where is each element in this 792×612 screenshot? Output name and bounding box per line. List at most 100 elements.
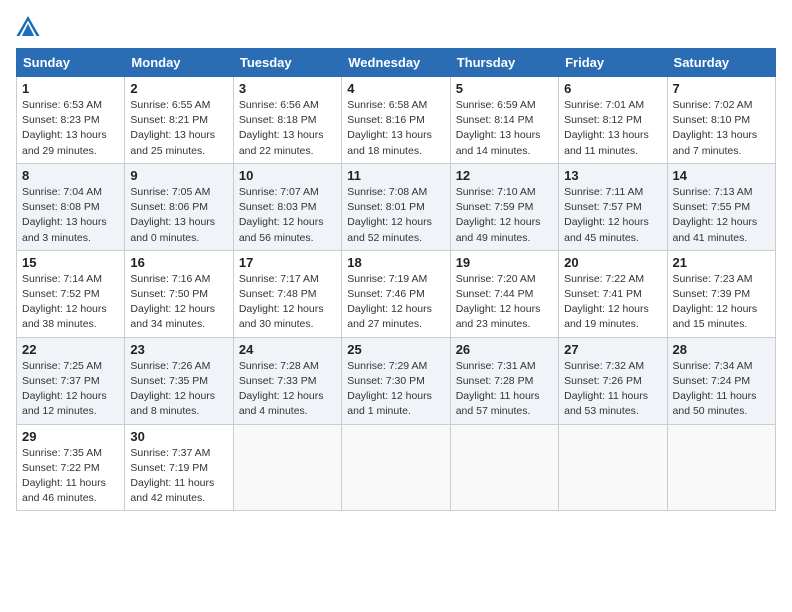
day-detail: Sunrise: 7:28 AM Sunset: 7:33 PM Dayligh… [239,359,336,420]
day-detail: Sunrise: 7:16 AM Sunset: 7:50 PM Dayligh… [130,272,227,333]
day-cell: 13 Sunrise: 7:11 AM Sunset: 7:57 PM Dayli… [559,163,667,250]
day-detail: Sunrise: 6:58 AM Sunset: 8:16 PM Dayligh… [347,98,444,159]
day-cell: 3 Sunrise: 6:56 AM Sunset: 8:18 PM Daylig… [233,77,341,164]
day-cell: 11 Sunrise: 7:08 AM Sunset: 8:01 PM Dayli… [342,163,450,250]
day-number: 14 [673,168,770,183]
day-detail: Sunrise: 6:53 AM Sunset: 8:23 PM Dayligh… [22,98,119,159]
day-number: 17 [239,255,336,270]
col-header-sunday: Sunday [17,49,125,77]
day-number: 27 [564,342,661,357]
day-number: 13 [564,168,661,183]
day-cell: 27 Sunrise: 7:32 AM Sunset: 7:26 PM Dayli… [559,337,667,424]
day-detail: Sunrise: 7:08 AM Sunset: 8:01 PM Dayligh… [347,185,444,246]
logo [16,16,44,36]
day-cell: 24Sunrise: 7:28 AM Sunset: 7:33 PM Dayli… [233,337,341,424]
day-cell: 25 Sunrise: 7:29 AM Sunset: 7:30 PM Dayli… [342,337,450,424]
day-cell: 7 Sunrise: 7:02 AM Sunset: 8:10 PM Daylig… [667,77,775,164]
day-number: 30 [130,429,227,444]
day-number: 23 [130,342,227,357]
day-detail: Sunrise: 7:05 AM Sunset: 8:06 PM Dayligh… [130,185,227,246]
day-number: 22 [22,342,119,357]
day-number: 4 [347,81,444,96]
day-detail: Sunrise: 7:32 AM Sunset: 7:26 PM Dayligh… [564,359,661,420]
day-detail: Sunrise: 7:04 AM Sunset: 8:08 PM Dayligh… [22,185,119,246]
day-cell: 20 Sunrise: 7:22 AM Sunset: 7:41 PM Dayli… [559,250,667,337]
day-cell: 2 Sunrise: 6:55 AM Sunset: 8:21 PM Daylig… [125,77,233,164]
day-cell [342,424,450,511]
day-number: 25 [347,342,444,357]
day-detail: Sunrise: 7:19 AM Sunset: 7:46 PM Dayligh… [347,272,444,333]
day-cell: 9Sunrise: 7:05 AM Sunset: 8:06 PM Daylig… [125,163,233,250]
day-cell [233,424,341,511]
day-detail: Sunrise: 7:11 AM Sunset: 7:57 PM Dayligh… [564,185,661,246]
day-cell: 5 Sunrise: 6:59 AM Sunset: 8:14 PM Daylig… [450,77,558,164]
col-header-tuesday: Tuesday [233,49,341,77]
day-detail: Sunrise: 7:07 AM Sunset: 8:03 PM Dayligh… [239,185,336,246]
day-cell: 26 Sunrise: 7:31 AM Sunset: 7:28 PM Dayli… [450,337,558,424]
week-row-1: 1 Sunrise: 6:53 AM Sunset: 8:23 PM Daylig… [17,77,776,164]
col-header-friday: Friday [559,49,667,77]
day-cell: 4 Sunrise: 6:58 AM Sunset: 8:16 PM Daylig… [342,77,450,164]
day-detail: Sunrise: 7:23 AM Sunset: 7:39 PM Dayligh… [673,272,770,333]
page-header [16,16,776,36]
day-cell: 17 Sunrise: 7:17 AM Sunset: 7:48 PM Dayli… [233,250,341,337]
day-detail: Sunrise: 7:01 AM Sunset: 8:12 PM Dayligh… [564,98,661,159]
week-row-4: 22 Sunrise: 7:25 AM Sunset: 7:37 PM Dayli… [17,337,776,424]
day-detail: Sunrise: 7:10 AM Sunset: 7:59 PM Dayligh… [456,185,553,246]
day-number: 3 [239,81,336,96]
day-number: 18 [347,255,444,270]
calendar-header-row: SundayMondayTuesdayWednesdayThursdayFrid… [17,49,776,77]
day-number: 19 [456,255,553,270]
day-number: 8 [22,168,119,183]
day-detail: Sunrise: 6:56 AM Sunset: 8:18 PM Dayligh… [239,98,336,159]
col-header-wednesday: Wednesday [342,49,450,77]
day-cell: 1 Sunrise: 6:53 AM Sunset: 8:23 PM Daylig… [17,77,125,164]
day-detail: Sunrise: 7:22 AM Sunset: 7:41 PM Dayligh… [564,272,661,333]
day-number: 11 [347,168,444,183]
day-cell: 14 Sunrise: 7:13 AM Sunset: 7:55 PM Dayli… [667,163,775,250]
day-cell [667,424,775,511]
day-number: 1 [22,81,119,96]
day-cell: 19 Sunrise: 7:20 AM Sunset: 7:44 PM Dayli… [450,250,558,337]
day-cell: 6 Sunrise: 7:01 AM Sunset: 8:12 PM Daylig… [559,77,667,164]
week-row-5: 29 Sunrise: 7:35 AM Sunset: 7:22 PM Dayli… [17,424,776,511]
day-number: 26 [456,342,553,357]
day-detail: Sunrise: 7:29 AM Sunset: 7:30 PM Dayligh… [347,359,444,420]
day-number: 20 [564,255,661,270]
col-header-monday: Monday [125,49,233,77]
day-detail: Sunrise: 7:26 AM Sunset: 7:35 PM Dayligh… [130,359,227,420]
week-row-3: 15Sunrise: 7:14 AM Sunset: 7:52 PM Dayli… [17,250,776,337]
day-detail: Sunrise: 7:02 AM Sunset: 8:10 PM Dayligh… [673,98,770,159]
day-cell: 16Sunrise: 7:16 AM Sunset: 7:50 PM Dayli… [125,250,233,337]
day-cell: 29 Sunrise: 7:35 AM Sunset: 7:22 PM Dayli… [17,424,125,511]
day-detail: Sunrise: 6:55 AM Sunset: 8:21 PM Dayligh… [130,98,227,159]
day-number: 2 [130,81,227,96]
day-detail: Sunrise: 7:13 AM Sunset: 7:55 PM Dayligh… [673,185,770,246]
day-number: 5 [456,81,553,96]
day-cell: 22 Sunrise: 7:25 AM Sunset: 7:37 PM Dayli… [17,337,125,424]
day-cell: 10 Sunrise: 7:07 AM Sunset: 8:03 PM Dayli… [233,163,341,250]
day-detail: Sunrise: 7:35 AM Sunset: 7:22 PM Dayligh… [22,446,119,507]
day-number: 10 [239,168,336,183]
day-number: 29 [22,429,119,444]
day-number: 6 [564,81,661,96]
day-cell: 8 Sunrise: 7:04 AM Sunset: 8:08 PM Daylig… [17,163,125,250]
logo-icon [16,16,40,36]
day-cell: 15Sunrise: 7:14 AM Sunset: 7:52 PM Dayli… [17,250,125,337]
day-cell: 18 Sunrise: 7:19 AM Sunset: 7:46 PM Dayli… [342,250,450,337]
day-cell [559,424,667,511]
calendar-table: SundayMondayTuesdayWednesdayThursdayFrid… [16,48,776,511]
day-detail: Sunrise: 7:14 AM Sunset: 7:52 PM Dayligh… [22,272,119,333]
day-number: 28 [673,342,770,357]
day-detail: Sunrise: 7:25 AM Sunset: 7:37 PM Dayligh… [22,359,119,420]
col-header-thursday: Thursday [450,49,558,77]
day-number: 21 [673,255,770,270]
day-detail: Sunrise: 7:17 AM Sunset: 7:48 PM Dayligh… [239,272,336,333]
day-number: 7 [673,81,770,96]
day-detail: Sunrise: 7:37 AM Sunset: 7:19 PM Dayligh… [130,446,227,507]
day-detail: Sunrise: 6:59 AM Sunset: 8:14 PM Dayligh… [456,98,553,159]
day-detail: Sunrise: 7:34 AM Sunset: 7:24 PM Dayligh… [673,359,770,420]
day-detail: Sunrise: 7:20 AM Sunset: 7:44 PM Dayligh… [456,272,553,333]
day-detail: Sunrise: 7:31 AM Sunset: 7:28 PM Dayligh… [456,359,553,420]
day-cell: 28 Sunrise: 7:34 AM Sunset: 7:24 PM Dayli… [667,337,775,424]
